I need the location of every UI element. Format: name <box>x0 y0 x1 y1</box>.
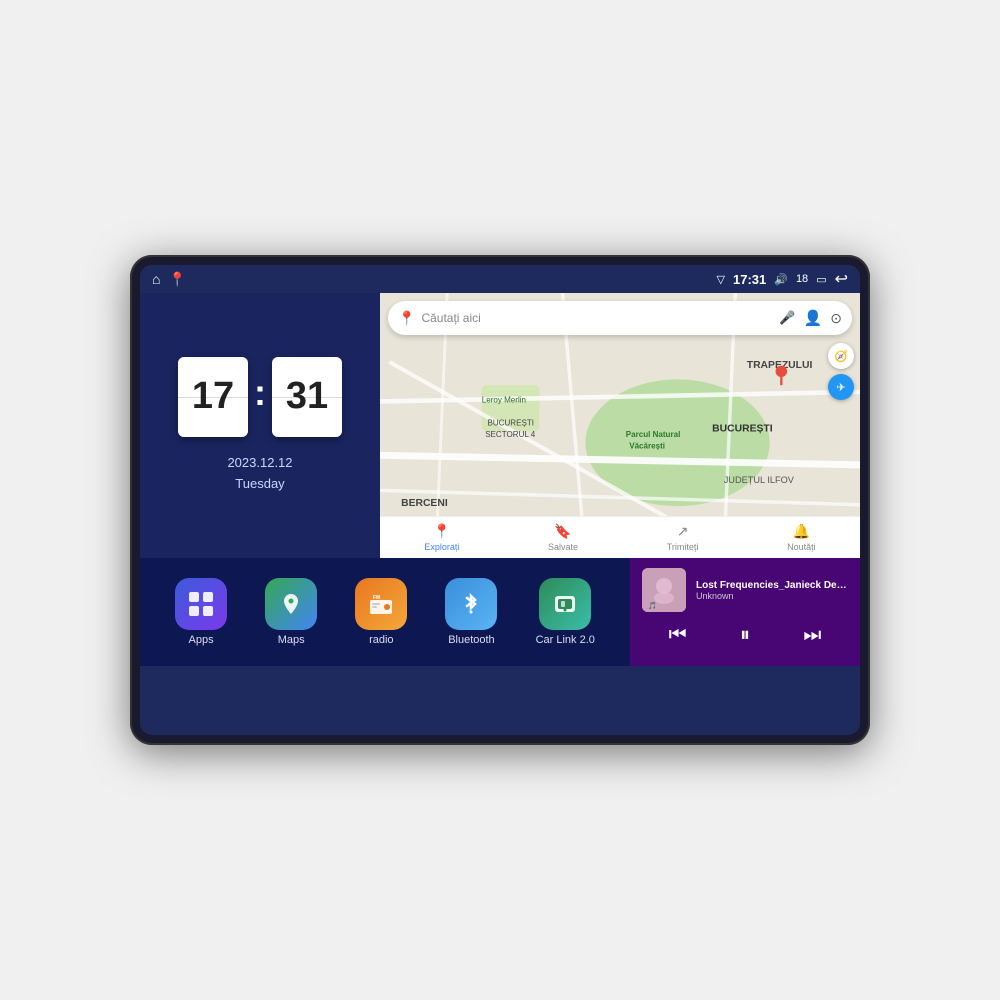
svg-text:🎵: 🎵 <box>648 601 657 610</box>
maps-icon <box>265 578 317 630</box>
share-icon: ↗ <box>677 523 689 540</box>
navigate-icon[interactable]: ✈ <box>828 374 854 400</box>
saved-label: Salvate <box>548 542 578 552</box>
map-pin-icon: 📍 <box>398 310 415 327</box>
map-bottom-nav: 📍 Explorați 🔖 Salvate ↗ Trimiteți 🔔 <box>380 516 860 558</box>
bluetooth-icon <box>445 578 497 630</box>
home-icon[interactable]: ⌂ <box>152 271 160 287</box>
carlink-label: Car Link 2.0 <box>536 634 595 646</box>
news-icon: 🔔 <box>793 523 810 540</box>
bottom-row: Apps Maps <box>140 558 860 666</box>
map-search-placeholder[interactable]: Căutați aici <box>421 311 779 325</box>
map-search-icons: 🎤 👤 ⊙ <box>779 309 842 327</box>
maps-label: Maps <box>278 634 305 646</box>
map-panel[interactable]: TRAPEZULUI BUCUREȘTI JUDEȚUL ILFOV BERCE… <box>380 293 860 558</box>
status-bar: ⌂ 📍 ▽ 17:31 🔊 18 ▭ ↩ <box>140 265 860 293</box>
battery-level: 18 <box>796 273 808 285</box>
music-title: Lost Frequencies_Janieck Devy-... <box>696 580 848 591</box>
clock-minutes: 31 <box>272 357 342 437</box>
music-top: 🎵 Lost Frequencies_Janieck Devy-... Unkn… <box>642 568 848 612</box>
app-item-bluetooth[interactable]: Bluetooth <box>445 578 497 646</box>
play-pause-button[interactable]: ⏸ <box>732 620 758 651</box>
bluetooth-label: Bluetooth <box>448 634 494 646</box>
app-item-apps[interactable]: Apps <box>175 578 227 646</box>
radio-label: radio <box>369 634 393 646</box>
music-controls: ⏮ ⏸ ⏭ <box>642 620 848 651</box>
mic-icon[interactable]: 🎤 <box>779 310 795 326</box>
map-side-buttons: 🧭 ✈ <box>828 343 854 400</box>
next-button[interactable]: ⏭ <box>795 620 829 651</box>
status-right: ▽ 17:31 🔊 18 ▭ ↩ <box>717 269 848 289</box>
apps-icon <box>175 578 227 630</box>
music-artist: Unknown <box>696 591 848 601</box>
battery-icon: ▭ <box>816 273 826 286</box>
svg-text:Parcul Natural: Parcul Natural <box>626 430 681 439</box>
svg-text:FM: FM <box>373 595 380 601</box>
music-panel: 🎵 Lost Frequencies_Janieck Devy-... Unkn… <box>630 558 860 666</box>
map-nav-saved[interactable]: 🔖 Salvate <box>548 523 578 552</box>
explore-icon: 📍 <box>433 523 450 540</box>
layers-icon[interactable]: ⊙ <box>830 310 842 327</box>
clock-panel: 17 : 31 2023.12.12 Tuesday <box>140 293 380 558</box>
svg-text:BUCUREȘTI: BUCUREȘTI <box>712 423 773 434</box>
saved-icon: 🔖 <box>554 523 571 540</box>
app-item-radio[interactable]: FM radio <box>355 578 407 646</box>
share-label: Trimiteți <box>667 542 699 552</box>
svg-text:JUDEȚUL ILFOV: JUDEȚUL ILFOV <box>724 475 795 485</box>
top-row: 17 : 31 2023.12.12 Tuesday <box>140 293 860 558</box>
clock-colon: : <box>254 372 266 414</box>
svg-text:SECTORUL 4: SECTORUL 4 <box>485 430 536 439</box>
apps-label: Apps <box>189 634 214 646</box>
carlink-icon <box>539 578 591 630</box>
svg-text:BUCUREȘTI: BUCUREȘTI <box>488 419 535 428</box>
svg-text:BERCENI: BERCENI <box>401 498 448 509</box>
signal-icon: ▽ <box>717 273 725 286</box>
news-label: Noutăți <box>787 542 816 552</box>
screen: ⌂ 📍 ▽ 17:31 🔊 18 ▭ ↩ 17 : <box>140 265 860 735</box>
device: ⌂ 📍 ▽ 17:31 🔊 18 ▭ ↩ 17 : <box>130 255 870 745</box>
map-nav-news[interactable]: 🔔 Noutăți <box>787 523 816 552</box>
clock-hours: 17 <box>178 357 248 437</box>
maps-shortcut-icon[interactable]: 📍 <box>168 271 185 288</box>
prev-button[interactable]: ⏮ <box>661 620 695 651</box>
main-content: 17 : 31 2023.12.12 Tuesday <box>140 293 860 735</box>
app-item-carlink[interactable]: Car Link 2.0 <box>536 578 595 646</box>
volume-icon: 🔊 <box>774 273 788 286</box>
map-nav-explore[interactable]: 📍 Explorați <box>424 523 459 552</box>
back-icon[interactable]: ↩ <box>835 269 848 289</box>
status-left-icons: ⌂ 📍 <box>152 271 186 288</box>
explore-label: Explorați <box>424 542 459 552</box>
time-display: 17:31 <box>733 272 766 287</box>
album-art: 🎵 <box>642 568 686 612</box>
map-nav-share[interactable]: ↗ Trimiteți <box>667 523 699 552</box>
clock-date: 2023.12.12 Tuesday <box>227 453 292 495</box>
apps-panel: Apps Maps <box>140 558 630 666</box>
svg-text:Leroy Merlin: Leroy Merlin <box>482 395 526 404</box>
app-item-maps[interactable]: Maps <box>265 578 317 646</box>
music-info: Lost Frequencies_Janieck Devy-... Unknow… <box>696 580 848 601</box>
user-icon[interactable]: 👤 <box>804 309 823 327</box>
compass-icon[interactable]: 🧭 <box>828 343 854 369</box>
map-search-bar[interactable]: 📍 Căutați aici 🎤 👤 ⊙ <box>388 301 852 335</box>
svg-text:Văcărești: Văcărești <box>629 442 665 451</box>
flip-clock: 17 : 31 <box>178 357 342 437</box>
radio-icon: FM <box>355 578 407 630</box>
